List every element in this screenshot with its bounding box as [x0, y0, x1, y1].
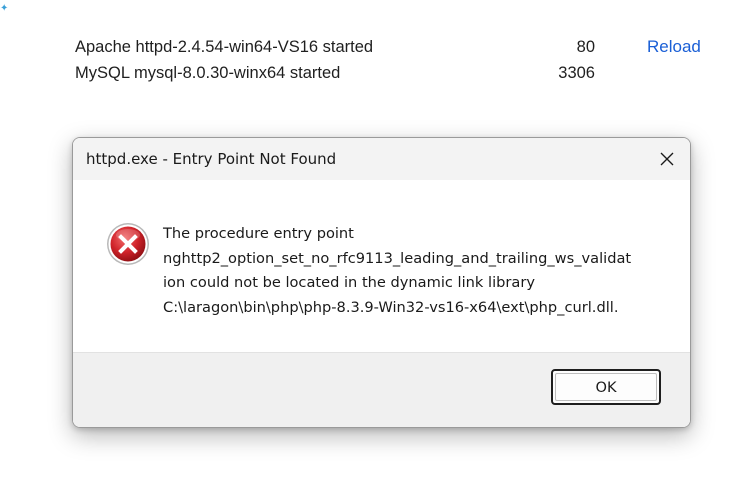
- error-message: The procedure entry point nghttp2_option…: [163, 222, 663, 320]
- message-line: ion could not be located in the dynamic …: [163, 274, 535, 291]
- service-name: MySQL mysql-8.0.30-winx64 started: [75, 64, 341, 82]
- message-line: nghttp2_option_set_no_rfc9113_leading_an…: [163, 249, 632, 267]
- dialog-titlebar[interactable]: httpd.exe - Entry Point Not Found: [73, 138, 690, 180]
- close-icon: [660, 152, 674, 166]
- service-port: 80: [576, 38, 595, 56]
- dialog-title: httpd.exe - Entry Point Not Found: [86, 150, 337, 168]
- dialog-footer: OK: [73, 352, 690, 427]
- message-line: C:\laragon\bin\php\php-8.3.9-Win32-vs16-…: [163, 298, 619, 316]
- error-icon: [106, 222, 150, 266]
- error-dialog: httpd.exe - Entry Point Not Found The pr…: [72, 137, 691, 428]
- service-name: Apache httpd-2.4.54-win64-VS16 started: [75, 38, 374, 56]
- close-button[interactable]: [644, 138, 690, 180]
- reload-link[interactable]: Reload: [647, 37, 701, 57]
- service-row-apache: Apache httpd-2.4.54-win64-VS16 started 8…: [75, 34, 735, 60]
- corner-glyph: ✦: [0, 3, 9, 14]
- service-row-mysql: MySQL mysql-8.0.30-winx64 started 3306: [75, 60, 735, 86]
- message-line: The procedure entry point: [163, 225, 354, 242]
- dialog-content: The procedure entry point nghttp2_option…: [73, 180, 690, 352]
- desktop-screen: ✦ Apache httpd-2.4.54-win64-VS16 started…: [0, 0, 749, 488]
- ok-label: OK: [595, 379, 617, 396]
- ok-button[interactable]: OK: [551, 369, 661, 405]
- services-list: Apache httpd-2.4.54-win64-VS16 started 8…: [75, 34, 735, 86]
- service-port: 3306: [558, 64, 595, 82]
